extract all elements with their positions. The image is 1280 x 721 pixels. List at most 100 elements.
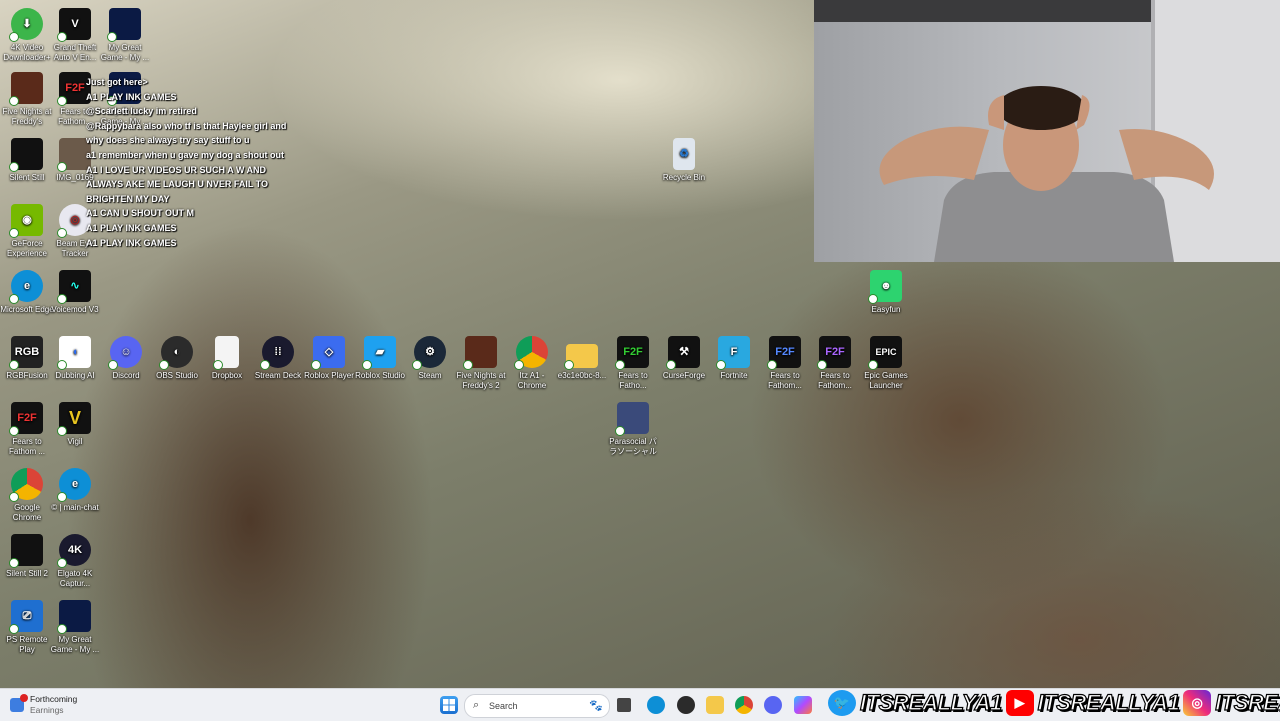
desktop-icon[interactable]: ◐ OBS Studio [150, 336, 204, 381]
taskbar-search[interactable]: ⌕ Search 🐾 [464, 694, 610, 718]
desktop-icon[interactable]: ⎚ PS Remote Play [0, 600, 54, 655]
desktop-icon[interactable]: V Grand Theft Auto V En... [48, 8, 102, 63]
desktop-icon[interactable]: ⬇ 4K Video Downloader+ [0, 8, 54, 63]
streamer-figure [879, 86, 1214, 262]
desktop-icon[interactable]: e © | main-chat [48, 468, 102, 513]
obs-taskbar-icon[interactable] [677, 696, 695, 714]
desktop-icon[interactable]: 4K Elgato 4K Captur... [48, 534, 102, 589]
icon-label: Google Chrome [12, 503, 42, 522]
roblox-player-icon: ◇ [311, 336, 345, 370]
ps-remote-play-icon: ⎚ [9, 600, 43, 634]
easyfun-icon: ☻ [868, 270, 902, 304]
chrome-taskbar-icon[interactable] [735, 696, 753, 714]
desktop-icon[interactable]: V Vigil [48, 402, 102, 447]
chat-message: ALWAYS AKE ME LAUGH U NVER FAIL TO [86, 179, 269, 190]
icon-label: CurseForge [662, 371, 706, 380]
desktop-icon[interactable]: ⚙ Steam [403, 336, 457, 381]
search-highlight-icon: 🐾 [589, 700, 603, 712]
fnaf2-icon [463, 336, 497, 370]
desktop-icon[interactable]: F2F Fears to Fatho... [606, 336, 660, 391]
edge-icon: e [9, 270, 43, 304]
desktop-icon[interactable]: Five Nights at Freddy's [0, 72, 54, 127]
twitter-handle: ITSREALLYA1 [859, 689, 1002, 715]
file-explorer-icon[interactable] [706, 696, 724, 714]
icon-label: Steam [418, 371, 442, 380]
desktop-icon[interactable]: Dropbox [200, 336, 254, 381]
desktop-icon[interactable]: Five Nights at Freddy's 2 [454, 336, 508, 391]
copilot-icon[interactable] [794, 696, 812, 714]
desktop-icon[interactable]: ▰ Roblox Studio [353, 336, 407, 381]
desktop-icon[interactable]: ⁞⁞ Stream Deck [251, 336, 305, 381]
icon-label: Fears to Fathom... [818, 371, 852, 390]
instagram-handle: ITSREALLYA1 [1215, 689, 1280, 715]
chrome-profile-icon [514, 336, 548, 370]
chat-message: BRIGHTEN MY DAY [86, 193, 170, 204]
desktop-icon[interactable]: ♻ Recycle Bin [657, 138, 711, 183]
discord-icon: ☺ [108, 336, 142, 370]
desktop-icon[interactable]: F2F Fears to Fathom... [808, 336, 862, 391]
desktop-icon[interactable]: ∿ Voicemod V3 [48, 270, 102, 315]
instagram-icon: ◎ [1183, 690, 1212, 716]
desktop-icon[interactable]: ⚒ CurseForge [657, 336, 711, 381]
desktop-icon[interactable]: My Great Game - My ... [48, 600, 102, 655]
weather-widget[interactable]: Forthcoming Earnings [10, 692, 77, 718]
silent-still-icon [9, 138, 43, 172]
icon-label: © | main-chat [51, 503, 99, 512]
desktop-icon[interactable]: EPIC Epic Games Launcher [859, 336, 913, 391]
start-button[interactable] [440, 696, 458, 714]
roblox-studio-icon: ▰ [362, 336, 396, 370]
icon-label: My Great Game - My ... [50, 635, 100, 654]
desktop-icon[interactable]: RGB RGBFusion [0, 336, 54, 381]
icon-label: Five Nights at Freddy's 2 [456, 371, 506, 390]
icon-label: Fears to Fathom ... [8, 437, 45, 456]
desktop-icon[interactable]: Silent Still [0, 138, 54, 183]
fears-to-fathom-2-icon: F2F [615, 336, 649, 370]
chat-message: a1 remember when u gave my dog a shout o… [86, 149, 285, 160]
task-view-icon[interactable] [617, 698, 631, 712]
fears-to-fathom-4-icon: F2F [817, 336, 851, 370]
edge-taskbar-icon[interactable] [647, 696, 665, 714]
icon-label: Roblox Studio [355, 371, 405, 380]
desktop-icon[interactable]: Silent Still 2 [0, 534, 54, 579]
epic-games-icon: EPIC [868, 336, 902, 370]
desktop-icon[interactable]: Parasocial パラソーシャル [606, 402, 660, 457]
desktop-icon[interactable]: Itz A1 - Chrome [505, 336, 559, 391]
voicemod-icon: ∿ [57, 270, 91, 304]
desktop-icon[interactable]: ◇ Roblox Player [302, 336, 356, 381]
desktop-icon[interactable]: F2F Fears to Fathom ... [0, 402, 54, 457]
desktop-icon[interactable]: My Great Game - My ... [98, 8, 152, 63]
google-chrome-icon [9, 468, 43, 502]
desktop-icon[interactable]: e3c1e0bc-8... [555, 336, 609, 381]
gta-v-icon: V [57, 8, 91, 42]
stream-chat-overlay: Just got here> A1 PLAY INK GAMES @Scarle… [86, 75, 296, 250]
fortnite-icon: F [716, 336, 750, 370]
chat-message: A1 PLAY INK GAMES [86, 237, 177, 248]
icon-label: Easyfun [871, 305, 901, 314]
chat-message: why does she always try say stuff to u [86, 135, 250, 146]
desktop-icon[interactable]: ◖ Dubbing AI [48, 336, 102, 381]
desktop-icon[interactable]: e Microsoft Edge [0, 270, 54, 315]
4k-video-downloader-icon: ⬇ [9, 8, 43, 42]
rgbfusion-icon: RGB [9, 336, 43, 370]
icon-label: Roblox Player [304, 371, 354, 380]
icon-label: Parasocial パラソーシャル [609, 437, 657, 456]
fnaf-icon [9, 72, 43, 106]
icon-label: Microsoft Edge [0, 305, 54, 314]
desktop-icon[interactable]: F2F Fears to Fathom... [758, 336, 812, 391]
social-handles-overlay: 🐦 ITSREALLYA1 ▶ ITSREALLYA1 ◎ ITSREALLYA… [828, 686, 1280, 720]
discord-taskbar-icon[interactable] [764, 696, 782, 714]
desktop-icon[interactable]: F Fortnite [707, 336, 761, 381]
steam-icon: ⚙ [412, 336, 446, 370]
icon-label: Grand Theft Auto V En... [53, 43, 97, 62]
icon-label: Dropbox [211, 371, 243, 380]
desktop-icon[interactable]: ☻ Easyfun [859, 270, 913, 315]
icon-label: RGBFusion [6, 371, 48, 380]
desktop-icon[interactable]: Google Chrome [0, 468, 54, 523]
desktop-icon[interactable]: ◉ GeForce Experience [0, 204, 54, 259]
main-chat-edge-icon: e [57, 468, 91, 502]
icon-label: Fears to Fatho... [618, 371, 648, 390]
desktop-icon[interactable]: ☺ Discord [99, 336, 153, 381]
youtube-handle: ITSREALLYA1 [1037, 689, 1180, 715]
stream-deck-icon: ⁞⁞ [260, 336, 294, 370]
obs-icon: ◐ [159, 336, 193, 370]
